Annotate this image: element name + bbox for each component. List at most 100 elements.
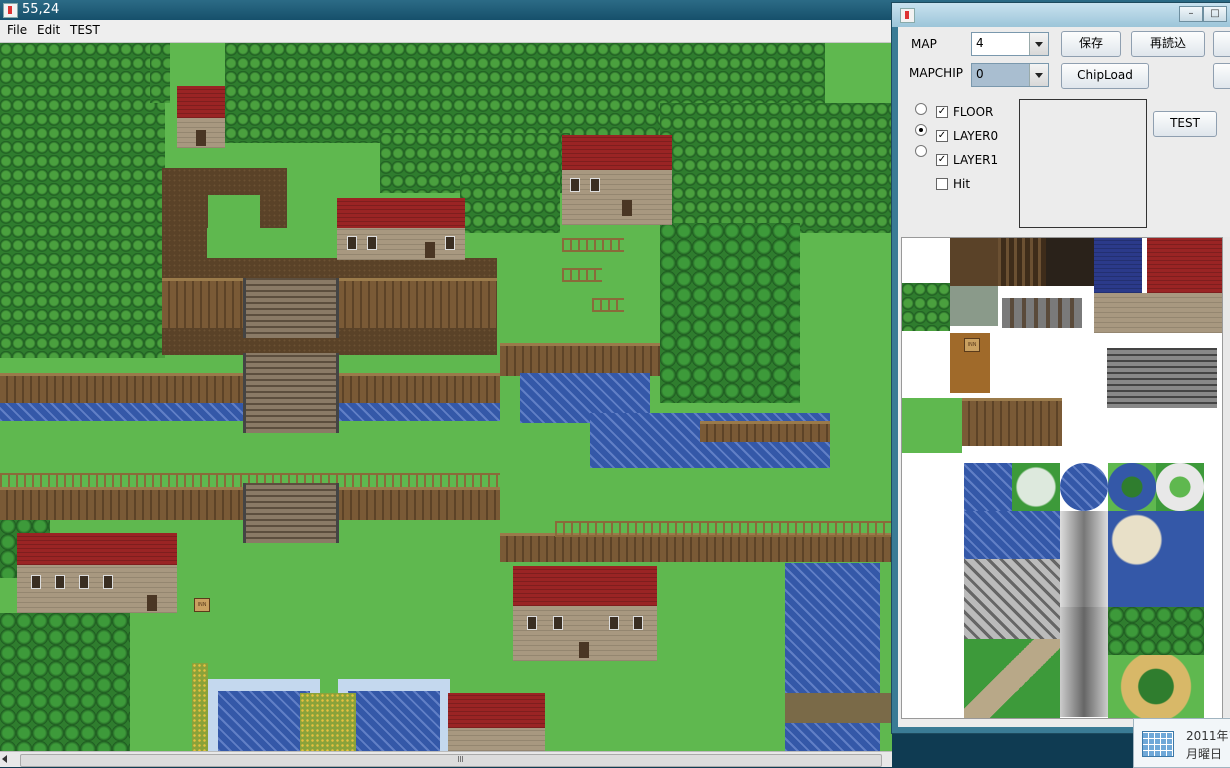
layer0-checkbox[interactable]: ✓ (936, 130, 948, 142)
flower-bed (300, 693, 356, 751)
main-window-title: 55,24 (22, 2, 60, 17)
house-wall (177, 118, 225, 148)
stone-chip[interactable] (950, 286, 998, 326)
wall-chip[interactable] (1094, 293, 1222, 333)
forest-area (460, 173, 560, 233)
map-horizontal-scrollbar[interactable] (0, 751, 892, 767)
layer-radio-layer0[interactable] (915, 124, 927, 136)
hit-checkbox[interactable] (936, 178, 948, 190)
map-label: MAP (911, 37, 937, 51)
minimize-button[interactable]: – (1179, 6, 1203, 22)
bush-chip[interactable] (1108, 607, 1204, 655)
inn-sign: INN (194, 598, 210, 612)
scrollbar-thumb[interactable] (20, 754, 882, 767)
house-wall (448, 728, 545, 751)
layer0-label: LAYER0 (953, 129, 999, 143)
maximize-button[interactable]: □ (1203, 6, 1227, 22)
stone-stairs (243, 353, 339, 433)
house-roof (562, 135, 672, 170)
taskbar-weekday: 月曜日 (1186, 747, 1223, 761)
house-roof (17, 533, 177, 565)
cliff-wall (500, 343, 660, 376)
hit-label: Hit (953, 177, 971, 191)
floor-checkbox[interactable]: ✓ (936, 106, 948, 118)
fence (562, 268, 602, 282)
palette-vertical-scrollbar[interactable] (1223, 237, 1230, 717)
bush-area (0, 613, 130, 751)
menu-file[interactable]: File (7, 23, 27, 37)
menu-edit[interactable]: Edit (37, 23, 60, 37)
pool-water (348, 691, 440, 751)
menu-test[interactable]: TEST (70, 23, 100, 37)
mapchip-select[interactable]: 0 (971, 63, 1049, 87)
coast-chip[interactable] (1108, 511, 1204, 607)
tool-window-titlebar[interactable]: – □ (892, 3, 1230, 27)
red-roof-chip[interactable] (1147, 238, 1222, 293)
map-editor-tool-window: – □ MAP 4 保存 再読込 MAPCHIP 0 ChipLoad ✓ FL… (891, 2, 1230, 734)
save-button[interactable]: 保存 (1061, 31, 1121, 57)
tree-chip[interactable] (902, 283, 950, 331)
stone-stairs (243, 483, 339, 543)
sand-chip[interactable] (1108, 655, 1204, 718)
layer1-checkbox[interactable]: ✓ (936, 154, 948, 166)
house-roof (177, 86, 225, 118)
scroll-left-arrow-icon[interactable] (2, 755, 7, 763)
cropped-button[interactable] (1213, 31, 1230, 57)
java-app-icon (3, 3, 18, 18)
pond (785, 563, 880, 693)
blue-roof-chip[interactable] (1094, 238, 1142, 293)
scrollbar-grip-icon (458, 756, 464, 762)
house-roof (448, 693, 545, 728)
pool-water (218, 691, 310, 751)
layer1-label: LAYER1 (953, 153, 999, 167)
forest-area (660, 103, 892, 233)
stone-wall-chip[interactable] (1002, 298, 1082, 328)
java-app-icon (900, 8, 915, 23)
forest-area (0, 43, 165, 358)
mapchip-label: MAPCHIP (909, 66, 963, 80)
chevron-down-icon[interactable] (1029, 64, 1048, 86)
map-select-value: 4 (976, 36, 984, 50)
reload-button[interactable]: 再読込 (1131, 31, 1205, 57)
mountain-chip[interactable] (964, 639, 1060, 718)
bush-area (660, 223, 800, 403)
grass-chip[interactable] (902, 398, 962, 453)
pond (785, 723, 880, 751)
chipload-button[interactable]: ChipLoad (1061, 63, 1149, 89)
lake-chip[interactable] (964, 511, 1060, 559)
field-chip[interactable] (998, 238, 1046, 286)
dirt-chip[interactable] (950, 238, 998, 286)
cliff-wall (700, 421, 830, 442)
cropped-button[interactable] (1213, 63, 1230, 89)
taskbar-clock[interactable]: 2011年1 月曜日 (1133, 718, 1230, 768)
chevron-down-icon[interactable] (1029, 33, 1048, 55)
floor-label: FLOOR (953, 105, 994, 119)
snow-chip[interactable] (1156, 463, 1204, 511)
map-canvas[interactable]: INN (0, 43, 892, 751)
stairs-chip[interactable] (1107, 348, 1217, 408)
ice-chip[interactable] (1012, 463, 1060, 511)
water-chip[interactable] (964, 463, 1012, 511)
test-button[interactable]: TEST (1153, 111, 1217, 137)
house-wall (562, 170, 672, 225)
inn-chip-sign: INN (964, 338, 980, 352)
house-roof (513, 566, 657, 606)
round-water-chip[interactable] (1060, 463, 1108, 511)
map-select[interactable]: 4 (971, 32, 1049, 56)
dark-soil-chip[interactable] (1046, 238, 1094, 286)
stone-stairs (243, 278, 339, 338)
island-chip[interactable] (1108, 463, 1156, 511)
forest-area (150, 43, 170, 103)
rock-chip[interactable] (964, 559, 1060, 639)
fence (555, 521, 892, 537)
house-wall (17, 565, 177, 613)
layer-radio-layer1[interactable] (915, 145, 927, 157)
fence (562, 238, 624, 252)
flower-bed (192, 663, 208, 751)
taskbar-date: 2011年1 (1186, 729, 1230, 743)
mapchip-palette[interactable]: INN (901, 237, 1223, 719)
grass-patch (208, 195, 260, 255)
pipe-vertical-chip[interactable] (1060, 607, 1108, 717)
pipe-chip[interactable] (1060, 511, 1108, 607)
layer-radio-floor[interactable] (915, 103, 927, 115)
